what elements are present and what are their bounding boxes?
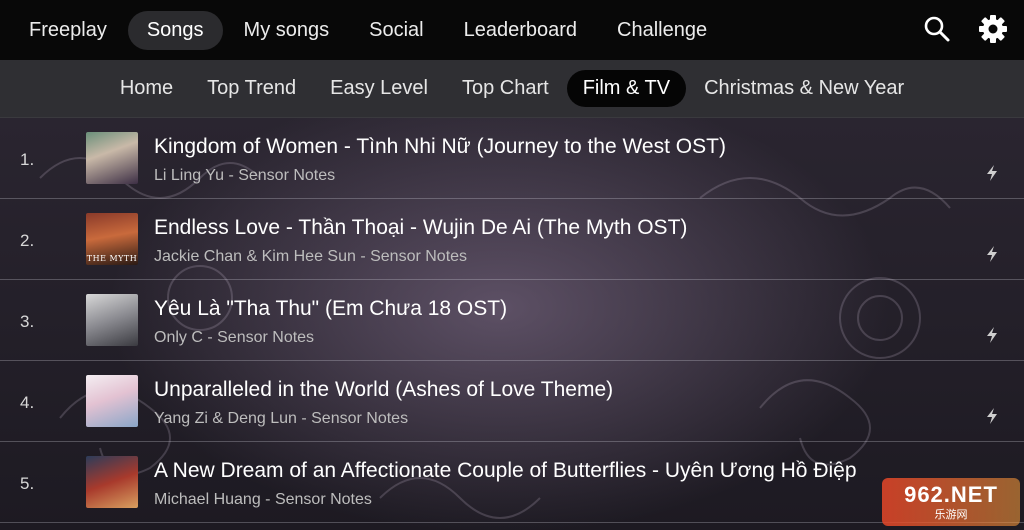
song-row-2[interactable]: 2. THE MYTH Endless Love - Thần Thoại - … bbox=[0, 199, 1024, 280]
song-row-5[interactable]: 5. A New Dream of an Affectionate Couple… bbox=[0, 442, 1024, 523]
tab-challenge[interactable]: Challenge bbox=[598, 11, 726, 50]
song-row-3[interactable]: 3. Yêu Là "Tha Thu" (Em Chưa 18 OST) Onl… bbox=[0, 280, 1024, 361]
song-rank: 1. bbox=[20, 150, 35, 169]
bolt-icon bbox=[987, 327, 997, 343]
category-easy-level[interactable]: Easy Level bbox=[314, 70, 444, 107]
watermark-text: 962.NET bbox=[904, 482, 998, 507]
category-bar: Home Top Trend Easy Level Top Chart Film… bbox=[0, 60, 1024, 118]
tab-leaderboard[interactable]: Leaderboard bbox=[445, 11, 596, 50]
category-home[interactable]: Home bbox=[104, 70, 189, 107]
song-title: Kingdom of Women - Tình Nhi Nữ (Journey … bbox=[154, 135, 726, 158]
song-artist: Li Ling Yu - Sensor Notes bbox=[154, 167, 336, 184]
song-artist: Jackie Chan & Kim Hee Sun - Sensor Notes bbox=[154, 248, 468, 265]
top-navigation-bar: Freeplay Songs My songs Social Leaderboa… bbox=[0, 0, 1024, 60]
search-icon[interactable] bbox=[920, 12, 954, 46]
song-rank: 4. bbox=[20, 393, 35, 412]
song-row-4[interactable]: 4. Unparalleled in the World (Ashes of L… bbox=[0, 361, 1024, 442]
bolt-icon bbox=[987, 165, 997, 181]
category-top-chart[interactable]: Top Chart bbox=[446, 70, 565, 107]
song-artist: Only C - Sensor Notes bbox=[154, 329, 315, 346]
tab-my-songs[interactable]: My songs bbox=[225, 11, 349, 50]
thumbnail-caption: THE MYTH bbox=[86, 254, 138, 263]
song-title: A New Dream of an Affectionate Couple of… bbox=[154, 459, 857, 482]
site-watermark: 962.NET 乐游网 bbox=[882, 478, 1020, 526]
song-rank: 3. bbox=[20, 312, 35, 331]
song-thumbnail: THE MYTH bbox=[86, 213, 138, 265]
song-rank: 2. bbox=[20, 231, 35, 250]
song-row-1[interactable]: 1. Kingdom of Women - Tình Nhi Nữ (Journ… bbox=[0, 118, 1024, 199]
song-thumbnail bbox=[86, 294, 138, 346]
song-thumbnail bbox=[86, 456, 138, 508]
song-list: 1. Kingdom of Women - Tình Nhi Nữ (Journ… bbox=[0, 118, 1024, 530]
song-thumbnail bbox=[86, 132, 138, 184]
song-title: Yêu Là "Tha Thu" (Em Chưa 18 OST) bbox=[154, 297, 508, 320]
song-rank: 5. bbox=[20, 474, 35, 493]
category-top-trend[interactable]: Top Trend bbox=[191, 70, 312, 107]
bolt-icon bbox=[987, 408, 997, 424]
song-artist: Yang Zi & Deng Lun - Sensor Notes bbox=[154, 410, 409, 427]
song-thumbnail bbox=[86, 375, 138, 427]
tab-freeplay[interactable]: Freeplay bbox=[10, 11, 126, 50]
bolt-icon bbox=[987, 246, 997, 262]
watermark-subtext: 乐游网 bbox=[934, 509, 968, 521]
gear-icon[interactable] bbox=[976, 12, 1010, 46]
song-title: Endless Love - Thần Thoại - Wujin De Ai … bbox=[154, 216, 688, 239]
song-artist: Michael Huang - Sensor Notes bbox=[154, 491, 372, 508]
tab-songs[interactable]: Songs bbox=[127, 10, 223, 50]
song-title: Unparalleled in the World (Ashes of Love… bbox=[154, 378, 614, 401]
category-christmas-new-year[interactable]: Christmas & New Year bbox=[688, 70, 920, 107]
tab-social[interactable]: Social bbox=[350, 11, 442, 50]
category-film-tv[interactable]: Film & TV bbox=[566, 70, 687, 107]
